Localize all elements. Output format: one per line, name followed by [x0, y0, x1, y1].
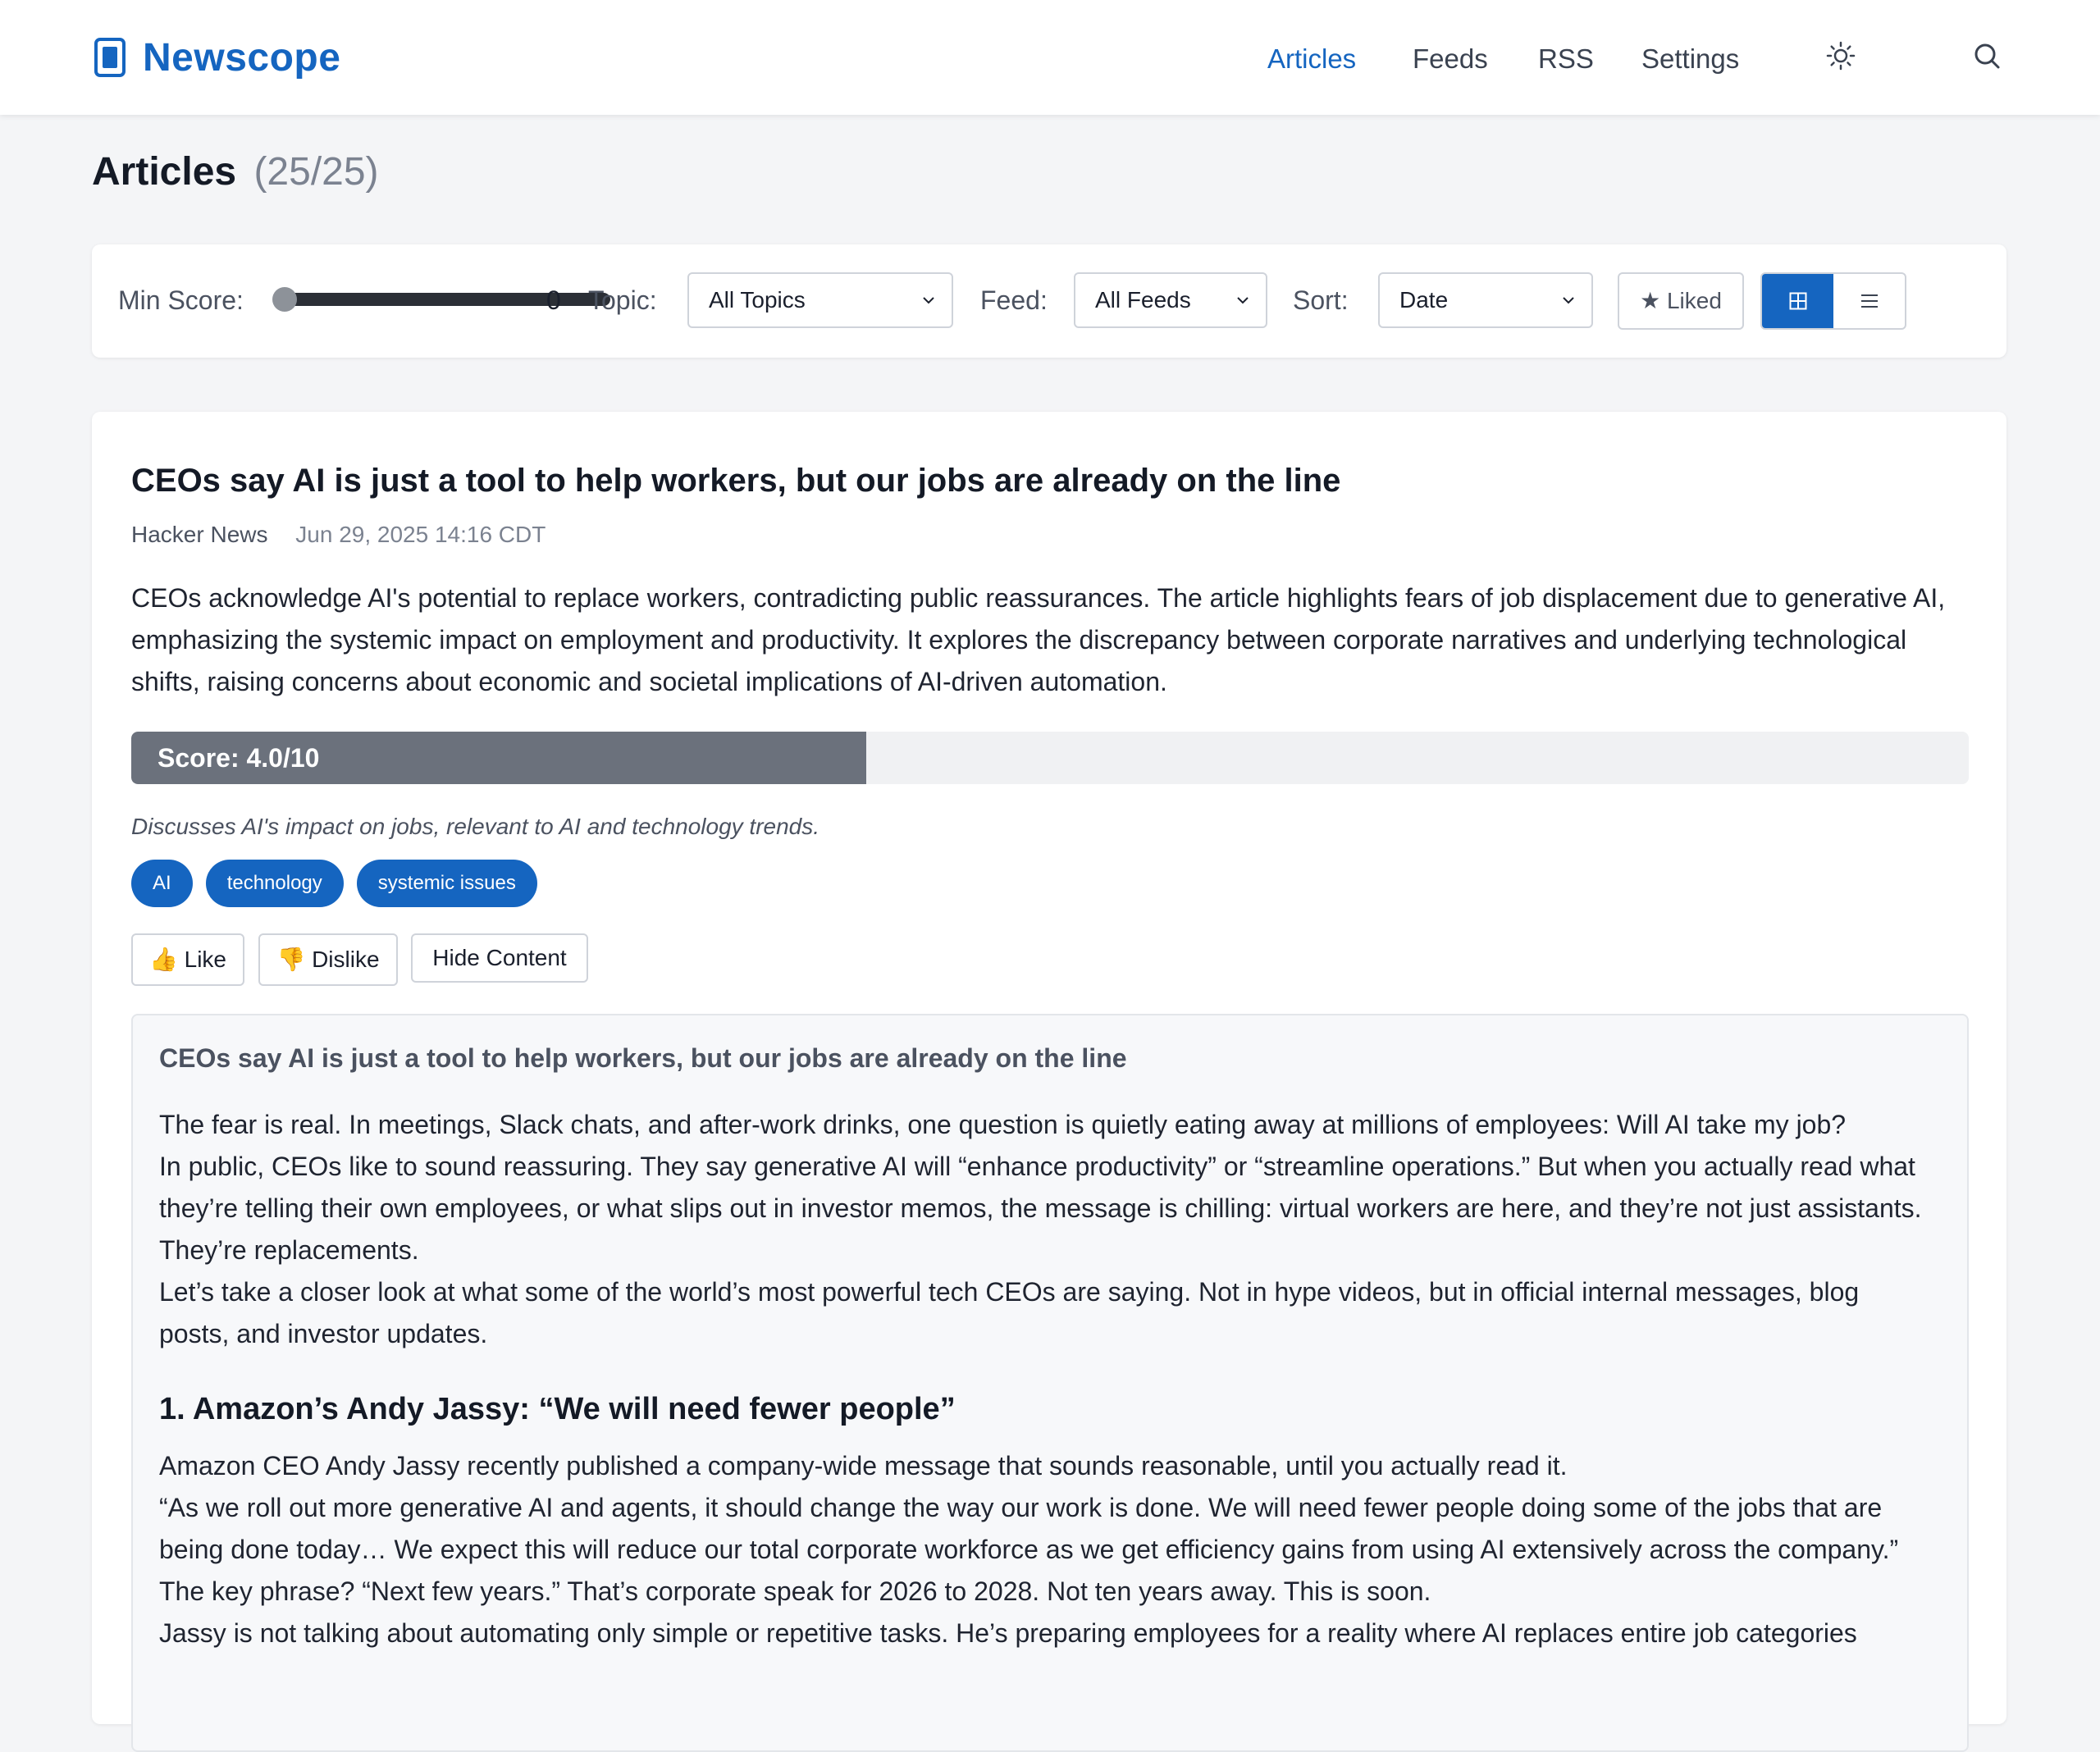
- nav-rss[interactable]: RSS: [1538, 41, 1594, 77]
- hide-content-button[interactable]: Hide Content: [411, 933, 588, 983]
- content-paragraph: Jassy is not talking about automating on…: [159, 1618, 1857, 1648]
- list-view-icon: [1860, 294, 1878, 308]
- article-date: Jun 29, 2025 14:16 CDT: [295, 522, 546, 547]
- topic-select[interactable]: All Topics: [687, 272, 953, 328]
- score-bar: Score: 4.0/10: [131, 732, 1969, 784]
- grid-view-button[interactable]: [1762, 274, 1833, 328]
- page-title: Articles (25/25): [92, 149, 379, 194]
- article-card: CEOs say AI is just a tool to help worke…: [92, 412, 2006, 1752]
- nav-settings[interactable]: Settings: [1641, 41, 1739, 77]
- dislike-button[interactable]: 👎 Dislike: [258, 933, 398, 986]
- article-summary: CEOs acknowledge AI's potential to repla…: [131, 583, 1946, 696]
- grid-view-icon: [1789, 292, 1806, 310]
- sun-icon[interactable]: [1824, 39, 1857, 72]
- article-meta: Hacker News Jun 29, 2025 14:16 CDT: [131, 517, 546, 553]
- filter-bar: Min Score: 0 Topic: All Topics Feed: All…: [92, 244, 2006, 358]
- chevron-down-icon: [1563, 297, 1574, 304]
- nav-feeds[interactable]: Feeds: [1413, 41, 1488, 77]
- topic-label: Topic:: [588, 285, 657, 315]
- content-paragraph: Amazon CEO Andy Jassy recently published…: [159, 1451, 1568, 1481]
- sort-select[interactable]: Date: [1378, 272, 1593, 328]
- feed-select[interactable]: All Feeds: [1074, 272, 1267, 328]
- chevron-down-icon: [1237, 297, 1249, 304]
- liked-filter-button[interactable]: ★ Liked: [1618, 272, 1744, 330]
- content-paragraph: “As we roll out more generative AI and a…: [159, 1493, 1899, 1564]
- article-source: Hacker News: [131, 522, 268, 547]
- view-toggle: [1760, 272, 1906, 330]
- topic-tag[interactable]: technology: [205, 860, 344, 907]
- page-title-text: Articles: [92, 150, 237, 194]
- topic-select-value: All Topics: [709, 287, 806, 313]
- content-paragraph: The key phrase? “Next few years.” That’s…: [159, 1576, 1431, 1606]
- feed-label: Feed:: [980, 285, 1048, 315]
- article-title[interactable]: CEOs say AI is just a tool to help worke…: [131, 456, 1969, 505]
- min-score-label: Min Score:: [118, 285, 244, 315]
- top-navbar: Newscope Articles Feeds RSS Settings: [0, 0, 2100, 115]
- content-paragraph: In public, CEOs like to sound reassuring…: [159, 1152, 1922, 1265]
- score-reason: Discusses AI's impact on jobs, relevant …: [131, 814, 820, 839]
- nav-articles[interactable]: Articles: [1267, 41, 1356, 77]
- min-score-slider-thumb[interactable]: [272, 287, 297, 312]
- list-view-button[interactable]: [1833, 274, 1905, 328]
- content-paragraph: Let’s take a closer look at what some of…: [159, 1277, 1860, 1348]
- main-nav: Articles Feeds RSS Settings: [0, 41, 2100, 77]
- content-body: The fear is real. In meetings, Slack cha…: [159, 1104, 1931, 1654]
- content-title: CEOs say AI is just a tool to help worke…: [159, 1043, 1127, 1073]
- article-count: (25/25): [253, 150, 379, 194]
- min-score-value: 0: [546, 285, 561, 315]
- like-button[interactable]: 👍 Like: [131, 933, 244, 986]
- sort-select-value: Date: [1399, 287, 1449, 313]
- content-paragraph: The fear is real. In meetings, Slack cha…: [159, 1110, 1847, 1139]
- score-text: Score: 4.0/10: [158, 743, 320, 773]
- search-icon[interactable]: [1970, 39, 2003, 72]
- topic-tag[interactable]: AI: [131, 860, 193, 907]
- topic-tag[interactable]: systemic issues: [356, 860, 537, 907]
- chevron-down-icon: [923, 297, 934, 304]
- topic-tags: AI technology systemic issues: [131, 860, 537, 907]
- content-heading: 1. Amazon’s Andy Jassy: “We will need fe…: [159, 1392, 956, 1426]
- sort-label: Sort:: [1293, 285, 1349, 315]
- article-content: CEOs say AI is just a tool to help worke…: [131, 1014, 1969, 1752]
- feed-select-value: All Feeds: [1095, 287, 1191, 313]
